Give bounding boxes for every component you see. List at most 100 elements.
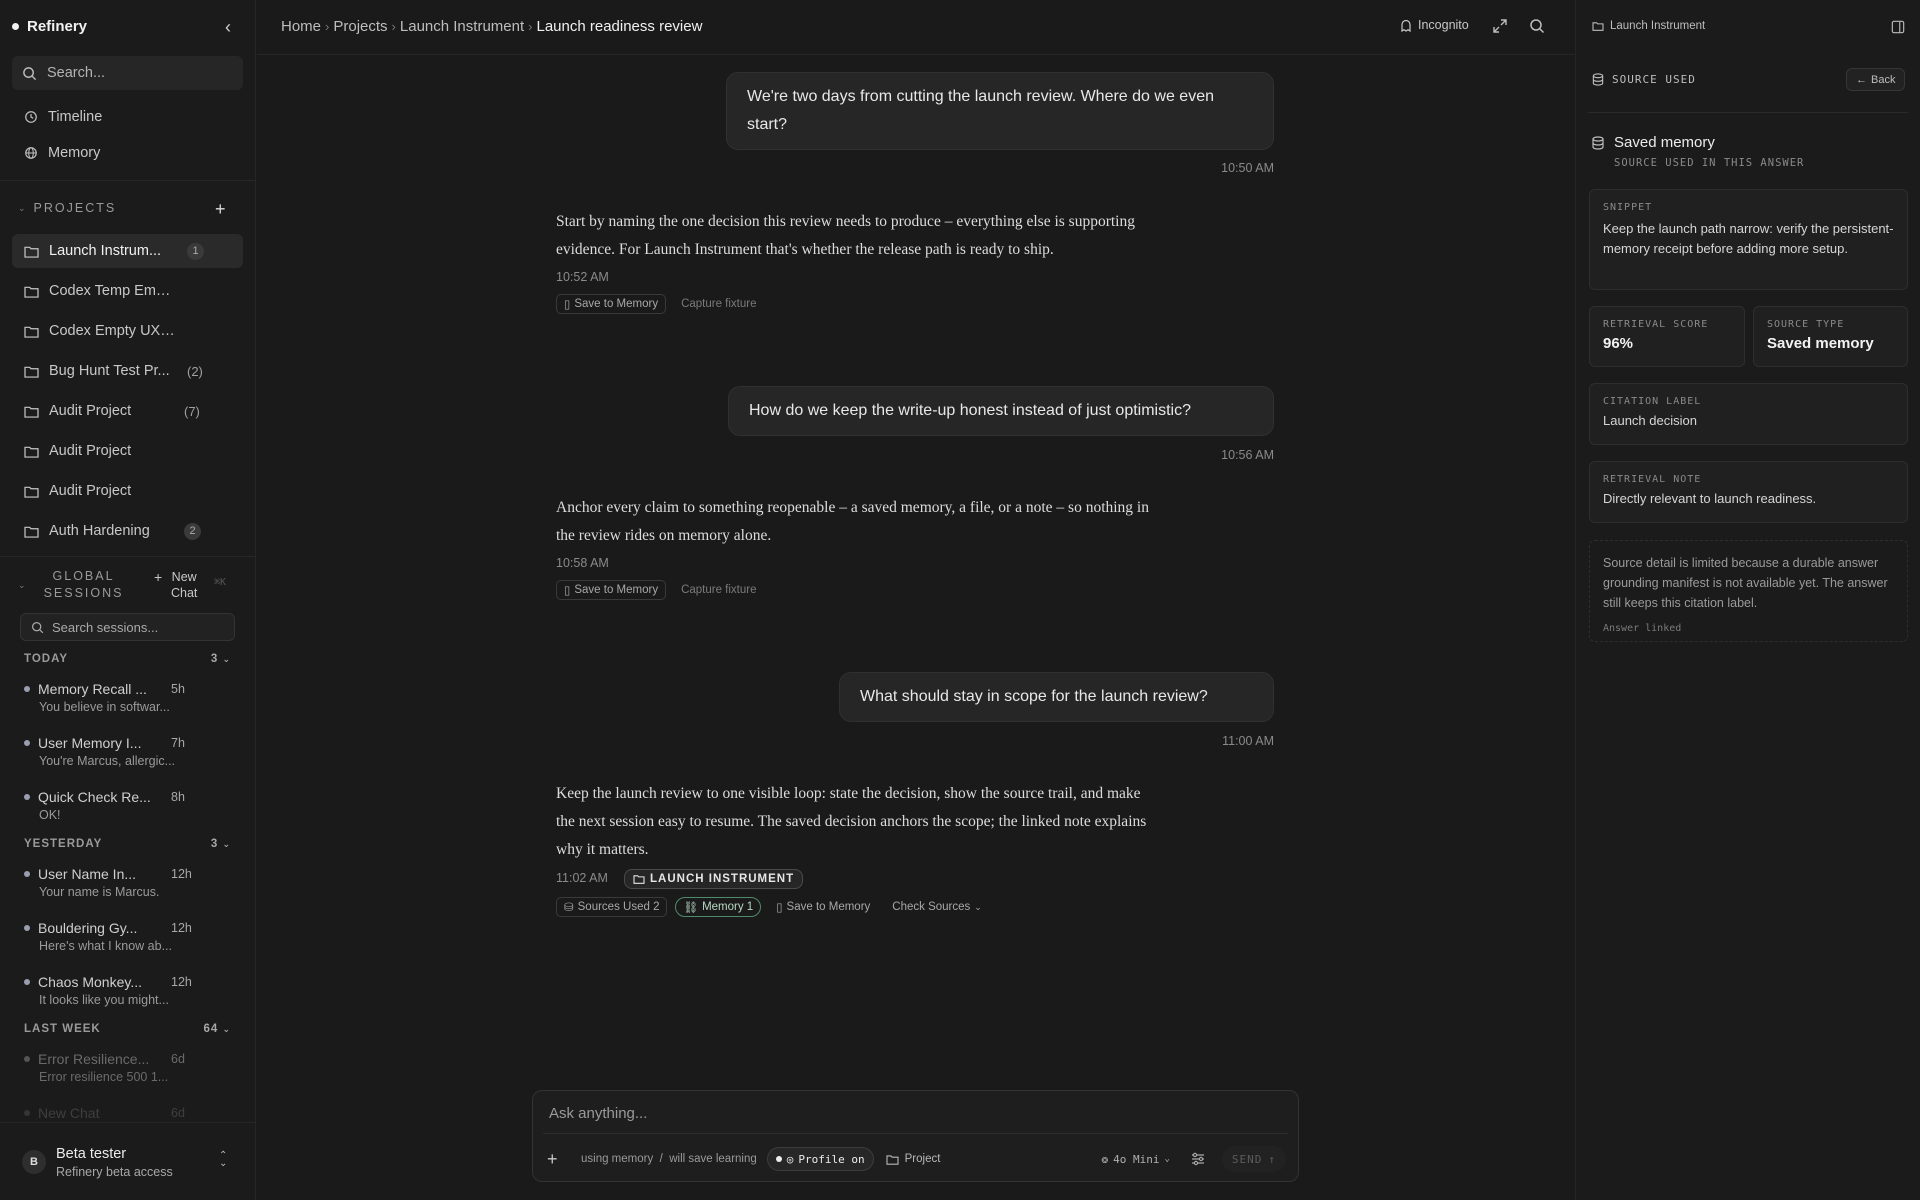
session-item[interactable]: Bouldering Gy... 12h Here's what I know a… xyxy=(24,920,234,953)
brand[interactable]: Refinery xyxy=(12,18,87,35)
settings-sliders-icon[interactable] xyxy=(1190,1151,1206,1167)
database-icon xyxy=(1592,73,1604,86)
project-button[interactable]: Project xyxy=(886,1153,940,1165)
project-item[interactable]: Auth Hardening 2 xyxy=(12,514,243,548)
panel-project[interactable]: Launch Instrument xyxy=(1592,20,1705,32)
project-count-badge: 2 xyxy=(184,522,201,540)
chevron-down-icon: ⌄ xyxy=(18,579,26,590)
group-label: YESTERDAY xyxy=(24,838,103,850)
new-chat-label: New Chat xyxy=(170,570,198,600)
expand-icon[interactable] xyxy=(1492,18,1508,34)
search-icon[interactable] xyxy=(1529,18,1545,34)
group-last-week[interactable]: LAST WEEK 64 ⌄ xyxy=(24,1023,231,1035)
session-item[interactable]: Quick Check Re... 8h OK! xyxy=(24,789,234,822)
snippet-label: SNIPPET xyxy=(1603,202,1653,213)
global-sessions-label: GLOBAL SESSIONS xyxy=(43,569,124,600)
memory-chip[interactable]: ⛓ Memory 1 xyxy=(675,897,762,917)
incognito-label: Incognito xyxy=(1418,18,1469,32)
nav-label: Timeline xyxy=(48,109,103,125)
user-menu[interactable]: B Beta tester Refinery beta access ⌃ ⌄ xyxy=(0,1122,255,1200)
session-time: 12h xyxy=(171,867,192,881)
status-dot xyxy=(24,1056,30,1062)
project-item[interactable]: Audit Project xyxy=(12,474,243,508)
project-name: Launch Instrum... xyxy=(49,243,162,259)
retrieval-score-label: RETRIEVAL SCORE xyxy=(1603,319,1709,330)
send-button[interactable]: SEND ↑ xyxy=(1221,1146,1286,1172)
profile-toggle[interactable]: ◎ Profile on xyxy=(766,1147,874,1171)
source-subtitle: SOURCE USED IN THIS ANSWER xyxy=(1614,157,1805,169)
assistant-message: Anchor every claim to something reopenab… xyxy=(556,499,1149,544)
model-icon: ❂ xyxy=(1101,1152,1109,1166)
project-count: (2) xyxy=(187,363,203,379)
back-button[interactable]: ← Back xyxy=(1846,68,1906,91)
plus-icon: + xyxy=(154,569,163,585)
status-dot xyxy=(24,686,30,692)
project-item[interactable]: Audit Project xyxy=(12,434,243,468)
profile-icon: ◎ xyxy=(786,1152,794,1166)
session-item[interactable]: User Memory I... 7h You're Marcus, allerg… xyxy=(24,735,234,768)
group-label: TODAY xyxy=(24,653,68,665)
save-to-memory-button[interactable]: ▯ Save to Memory xyxy=(769,897,877,917)
search-placeholder: Search... xyxy=(47,65,106,81)
attach-button[interactable]: + xyxy=(547,1149,569,1170)
history-icon xyxy=(25,111,37,123)
message-actions: ⛁ Sources Used 2 ⛓ Memory 1 ▯ Save to Memor… xyxy=(556,897,989,917)
project-item[interactable]: Bug Hunt Test Pr... (2) xyxy=(12,354,243,388)
add-project-button[interactable]: + xyxy=(215,200,226,218)
nav-timeline[interactable]: Timeline xyxy=(12,101,243,133)
group-yesterday[interactable]: YESTERDAY 3 ⌄ xyxy=(24,838,231,850)
project-tag[interactable]: LAUNCH INSTRUMENT xyxy=(624,869,804,889)
capture-fixture-button[interactable]: Capture fixture xyxy=(674,580,763,600)
check-sources-dropdown[interactable]: Check Sources ⌄ xyxy=(885,897,989,917)
session-time: 8h xyxy=(171,790,185,804)
projects-heading[interactable]: ⌄ PROJECTS xyxy=(18,201,116,215)
save-to-memory-button[interactable]: ▯ Save to Memory xyxy=(556,294,667,314)
group-today[interactable]: TODAY 3 ⌄ xyxy=(24,653,231,665)
global-sessions-heading[interactable]: ⌄ GLOBAL SESSIONS xyxy=(18,568,134,602)
breadcrumb-projects[interactable]: Projects xyxy=(333,18,387,35)
source-title: Saved memory xyxy=(1614,134,1715,151)
session-item[interactable]: New Chat 6d xyxy=(24,1105,234,1121)
collapse-sidebar-button[interactable]: ‹ xyxy=(220,17,236,37)
divider xyxy=(1588,112,1908,113)
new-chat-button[interactable]: + New Chat xyxy=(154,569,200,601)
session-preview: OK! xyxy=(39,808,61,822)
model-selector[interactable]: ❂ 4o Mini ⌄ xyxy=(1101,1153,1169,1166)
capture-fixture-button[interactable]: Capture fixture xyxy=(674,294,763,314)
save-to-memory-button[interactable]: ▯ Save to Memory xyxy=(556,580,667,600)
divider xyxy=(0,180,255,181)
project-item[interactable]: Launch Instrum... 1 xyxy=(12,234,243,268)
user-message: We're two days from cutting the launch r… xyxy=(726,72,1274,150)
project-item[interactable]: Audit Project (7) xyxy=(12,394,243,428)
session-title: Error Resilience... xyxy=(38,1051,150,1067)
search-input[interactable]: Search... xyxy=(12,56,243,90)
project-item[interactable]: Codex Temp Empt... xyxy=(12,274,243,308)
divider xyxy=(543,1133,1288,1134)
message-time: 10:58 AM xyxy=(556,556,609,570)
session-item[interactable]: Chaos Monkey... 12h It looks like you mig… xyxy=(24,974,234,1007)
project-count: (7) xyxy=(184,403,200,419)
panel-toggle-icon[interactable] xyxy=(1891,20,1905,34)
group-count: 64 ⌄ xyxy=(203,1023,231,1035)
project-name: Auth Hardening xyxy=(49,523,150,539)
citation-label-value: Launch decision xyxy=(1603,413,1697,428)
nav-memory[interactable]: Memory xyxy=(12,137,243,169)
chevron-down-icon: ⌄ xyxy=(18,202,26,213)
composer[interactable]: Ask anything... + using memory / will sa… xyxy=(532,1090,1299,1182)
session-item[interactable]: User Name In... 12h Your name is Marcus. xyxy=(24,866,234,899)
session-item[interactable]: Error Resilience... 6d Error resilience 5… xyxy=(24,1051,234,1084)
sources-used-button[interactable]: ⛁ Sources Used 2 xyxy=(556,897,668,917)
composer-input[interactable]: Ask anything... xyxy=(549,1105,647,1122)
database-icon: ⛁ xyxy=(564,902,574,914)
retrieval-score-value: 96% xyxy=(1603,335,1634,352)
incognito-toggle[interactable]: Incognito xyxy=(1400,18,1469,32)
project-item[interactable]: Codex Empty UX C... xyxy=(12,314,243,348)
breadcrumb-project[interactable]: Launch Instrument xyxy=(400,18,524,35)
retrieval-note-card: RETRIEVAL NOTE Directly relevant to laun… xyxy=(1589,461,1908,523)
breadcrumb-home[interactable]: Home xyxy=(281,18,321,35)
bookmark-icon: ▯ xyxy=(776,902,783,914)
database-icon xyxy=(1592,136,1604,150)
session-item[interactable]: Memory Recall ... 5h You believe in softw… xyxy=(24,681,234,714)
project-count-badge: 1 xyxy=(187,242,204,260)
session-search-input[interactable]: Search sessions... xyxy=(20,613,235,641)
